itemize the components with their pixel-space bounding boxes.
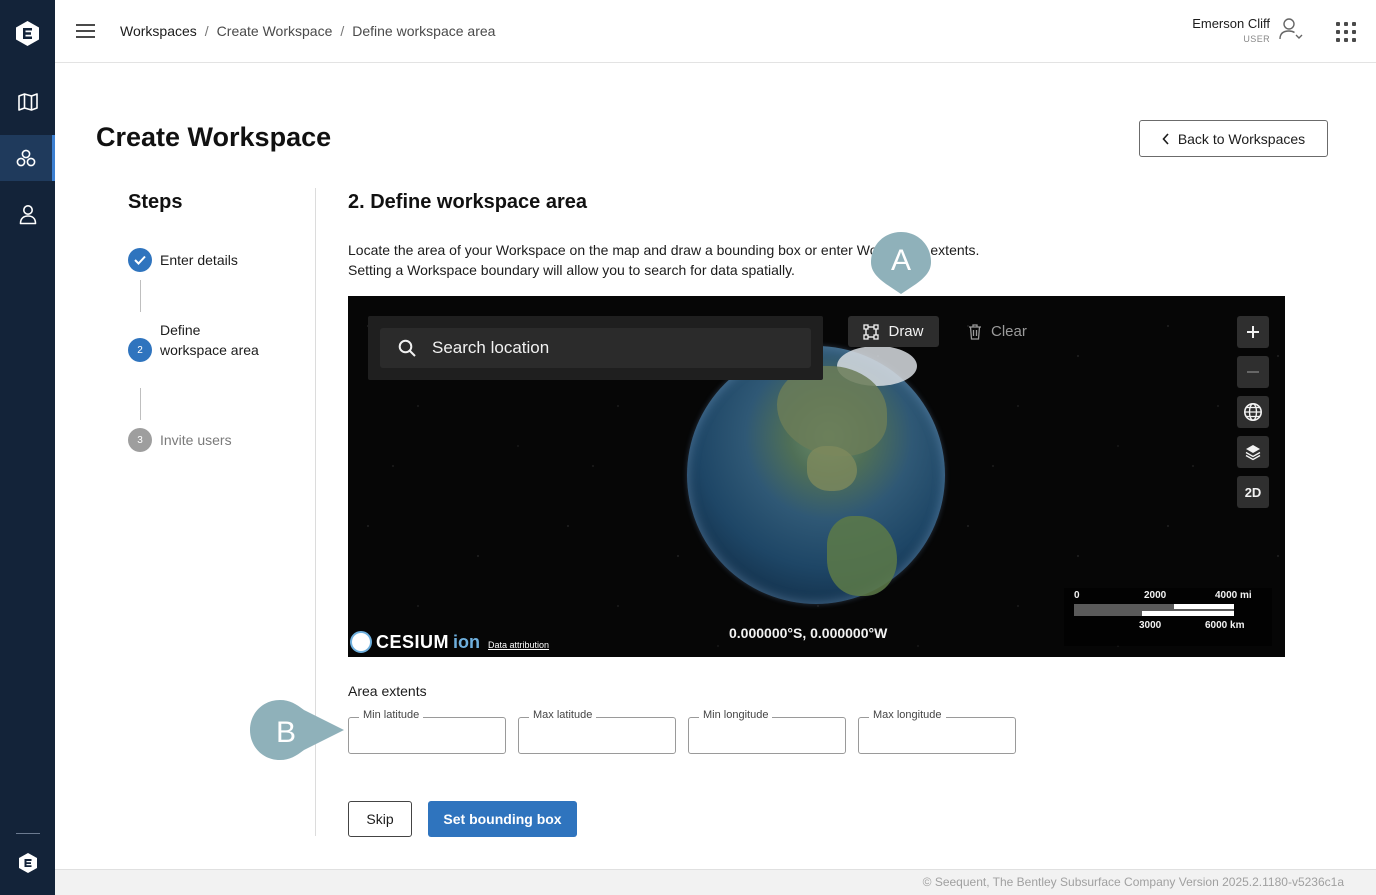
step-1-complete-check-icon [128, 248, 152, 272]
user-account-icon[interactable] [1278, 16, 1304, 42]
min-longitude-input[interactable] [689, 718, 845, 753]
description-line-1: Locate the area of your Workspace on the… [348, 242, 980, 258]
min-latitude-input[interactable] [349, 718, 505, 753]
workspaces-icon [16, 149, 36, 167]
view-mode-2d-button[interactable]: 2D [1237, 476, 1269, 508]
sidebar-item-workspaces[interactable] [0, 135, 55, 181]
search-placeholder: Search location [432, 338, 550, 357]
minus-icon [1247, 371, 1259, 373]
section-title: 2. Define workspace area [348, 191, 588, 213]
min-latitude-label: Min latitude [359, 709, 424, 721]
page-title: Create Workspace [96, 122, 332, 152]
max-latitude-label: Max latitude [529, 709, 597, 721]
map-viewer[interactable]: Search location Draw Clear 2D 0 2000 400… [348, 296, 1285, 657]
breadcrumb-separator: / [204, 23, 209, 39]
sidebar-rail [0, 0, 55, 895]
user-name: Emerson Cliff [1192, 16, 1270, 31]
draw-button[interactable]: Draw [848, 316, 939, 347]
user-icon [19, 205, 36, 225]
set-bounding-box-button[interactable]: Set bounding box [428, 801, 577, 837]
breadcrumb-create-workspace[interactable]: Create Workspace [217, 23, 333, 39]
step-3-number: 3 [128, 428, 152, 452]
plus-icon [1247, 326, 1259, 338]
globe-view-button[interactable] [1237, 396, 1269, 428]
section-description: Locate the area of your Workspace on the… [348, 240, 1108, 280]
step-2-label: Define workspace area [160, 322, 259, 358]
max-longitude-field[interactable]: Max longitude [858, 709, 1016, 754]
draw-label: Draw [888, 323, 924, 340]
map-scale-bar: 0 2000 4000 mi 3000 6000 km [1064, 588, 1272, 646]
min-longitude-label: Min longitude [699, 709, 773, 721]
layers-icon [1245, 445, 1261, 461]
step-2-number: 2 [128, 338, 152, 362]
seequent-logo-icon[interactable] [14, 20, 41, 47]
user-role: USER [1243, 34, 1270, 44]
sidebar-divider [16, 833, 40, 834]
scale-label: 0 [1074, 590, 1080, 601]
breadcrumb-workspaces[interactable]: Workspaces [120, 23, 197, 39]
max-latitude-field[interactable]: Max latitude [518, 709, 676, 754]
earth-globe[interactable] [687, 346, 945, 604]
skip-button[interactable]: Skip [348, 801, 412, 837]
data-attribution-link[interactable]: Data attribution [488, 640, 549, 650]
cesium-credit: CESIUM ion Data attribution [350, 631, 549, 653]
search-location-input[interactable]: Search location [380, 328, 811, 368]
app-launcher-icon[interactable] [1336, 22, 1356, 42]
breadcrumb-separator: / [340, 23, 345, 39]
scale-label: 4000 mi [1215, 590, 1252, 601]
user-info[interactable]: Emerson Cliff USER [1192, 16, 1270, 44]
cesium-ion: ion [453, 631, 481, 652]
callout-a-label: A [891, 244, 911, 277]
trash-icon [969, 323, 981, 340]
step-connector [140, 388, 141, 420]
seequent-small-logo-icon[interactable] [17, 852, 39, 874]
description-line-2: Setting a Workspace boundary will allow … [348, 262, 795, 278]
draw-bounding-box-icon [863, 323, 880, 340]
min-longitude-field[interactable]: Min longitude [688, 709, 846, 754]
footer-text: © Seequent, The Bentley Subsurface Compa… [922, 875, 1344, 889]
search-panel: Search location [368, 316, 823, 380]
step-connector [140, 280, 141, 312]
breadcrumb: Workspaces / Create Workspace / Define w… [120, 23, 495, 39]
search-icon [398, 339, 416, 357]
scale-label: 2000 [1144, 590, 1167, 601]
callout-a-marker: A [871, 232, 931, 294]
clear-label: Clear [991, 323, 1027, 340]
clear-button[interactable]: Clear [968, 316, 1038, 347]
globe-icon [1244, 403, 1262, 421]
min-latitude-field[interactable]: Min latitude [348, 709, 506, 754]
cursor-coordinates: 0.000000°S, 0.000000°W [729, 625, 888, 641]
step-3-label: Invite users [160, 432, 232, 448]
hamburger-menu-icon[interactable] [76, 24, 95, 38]
max-longitude-label: Max longitude [869, 709, 946, 721]
steps-title: Steps [128, 191, 183, 213]
scale-label: 3000 [1139, 620, 1162, 631]
sidebar-item-map[interactable] [0, 79, 55, 125]
scale-label: 6000 km [1205, 620, 1245, 631]
back-button-label: Back to Workspaces [1177, 130, 1306, 147]
sidebar-item-users[interactable] [0, 191, 55, 237]
callout-b-marker: B [250, 700, 344, 760]
map-icon [17, 93, 38, 111]
max-longitude-input[interactable] [859, 718, 1015, 753]
breadcrumb-define-area: Define workspace area [352, 23, 496, 39]
cesium-brand: CESIUM [376, 631, 450, 652]
callout-b-label: B [276, 716, 296, 749]
step-1-label: Enter details [160, 252, 238, 268]
zoom-in-button[interactable] [1237, 316, 1269, 348]
layers-button[interactable] [1237, 436, 1269, 468]
max-latitude-input[interactable] [519, 718, 675, 753]
footer: © Seequent, The Bentley Subsurface Compa… [55, 869, 1376, 895]
cesium-logo-icon [350, 631, 372, 653]
zoom-out-button[interactable] [1237, 356, 1269, 388]
chevron-left-icon [1162, 132, 1169, 145]
back-to-workspaces-button[interactable]: Back to Workspaces [1139, 120, 1328, 157]
top-header: Workspaces / Create Workspace / Define w… [55, 0, 1376, 63]
area-extents-label: Area extents [348, 683, 427, 699]
